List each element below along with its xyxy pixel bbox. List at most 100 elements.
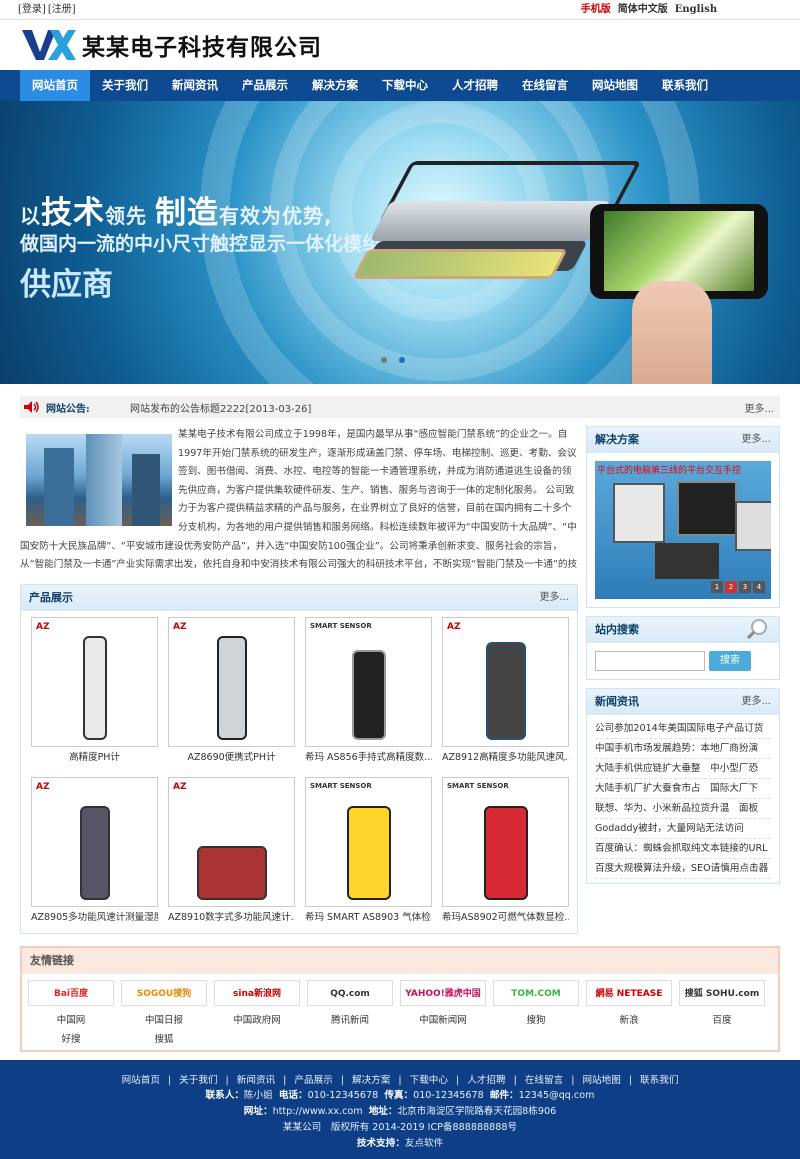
nav-item[interactable]: 网站地图 [580, 70, 650, 101]
friend-link-label[interactable]: 中国政府网 [214, 1012, 300, 1026]
banner-pager[interactable] [381, 357, 405, 363]
product-card[interactable]: AZ AZ8905多功能风速计测量湿度 [31, 777, 158, 929]
lang-en-link[interactable]: English [675, 4, 717, 15]
friend-link-label[interactable]: 中国网 [28, 1012, 114, 1026]
friend-link-logo[interactable]: QQ.com [307, 980, 393, 1006]
news-item[interactable]: 百度大规模算法升级，SEO请慎用点击器 [595, 859, 771, 879]
product-name[interactable]: AZ8910数字式多功能风速计… [168, 907, 295, 929]
product-image[interactable]: AZ [168, 617, 295, 747]
search-input[interactable] [595, 651, 705, 671]
solutions-image[interactable]: 平台式的电脑第三线的平台交互手控 1234 [595, 461, 771, 599]
nav-item[interactable]: 新闻资讯 [160, 70, 230, 101]
friend-link-label[interactable]: 腾讯新闻 [307, 1012, 393, 1026]
friend-link[interactable]: TOM.COM 搜狗 [493, 980, 579, 1026]
solutions-more-link[interactable]: 更多... [741, 427, 771, 453]
product-name[interactable]: AZ8912高精度多功能风速风… [442, 747, 569, 769]
nav-item[interactable]: 解决方案 [300, 70, 370, 101]
friend-link-text[interactable]: 好搜 [28, 1031, 114, 1045]
product-card[interactable]: AZ AZ8910数字式多功能风速计… [168, 777, 295, 929]
footer-nav-item[interactable]: 在线留言 [525, 1075, 563, 1086]
nav-item[interactable]: 产品展示 [230, 70, 300, 101]
notice-message[interactable]: 网站发布的公告标题2222[2013-03-26] [130, 400, 744, 415]
friend-link-label[interactable]: 新浪 [586, 1012, 672, 1026]
mobile-link[interactable]: 手机版 [581, 4, 611, 15]
nav-item[interactable]: 联系我们 [650, 70, 720, 101]
product-name[interactable]: 希玛AS8902可燃气体数显检… [442, 907, 569, 929]
pager-button[interactable]: 4 [753, 581, 765, 593]
pager-button[interactable]: 1 [711, 581, 723, 593]
nav-item[interactable]: 下载中心 [370, 70, 440, 101]
news-item[interactable]: Godaddy被封，大量网站无法访问 [595, 819, 771, 839]
footer-nav-item[interactable]: 新闻资讯 [237, 1075, 275, 1086]
banner-dot[interactable] [381, 357, 387, 363]
product-name[interactable]: 希玛 AS856手持式高精度数… [305, 747, 432, 769]
friend-link-label[interactable]: 中国新闻网 [400, 1012, 486, 1026]
product-image[interactable]: AZ [442, 617, 569, 747]
product-card[interactable]: SMART SENSOR 希玛 SMART AS8903 气体检… [305, 777, 432, 929]
friend-link-label[interactable]: 中国日报 [121, 1012, 207, 1026]
about-image [26, 434, 172, 526]
product-name[interactable]: AZ8905多功能风速计测量湿度 [31, 907, 158, 929]
product-card[interactable]: SMART SENSOR 希玛 AS856手持式高精度数… [305, 617, 432, 769]
friend-link[interactable]: sina新浪网中国政府网 [214, 980, 300, 1026]
pager-button[interactable]: 3 [739, 581, 751, 593]
friend-link[interactable]: YAHOO!雅虎中国中国新闻网 [400, 980, 486, 1026]
footer-nav-item[interactable]: 联系我们 [640, 1075, 678, 1086]
search-button[interactable]: 搜索 [709, 651, 751, 671]
nav-item[interactable]: 关于我们 [90, 70, 160, 101]
footer-nav-item[interactable]: 关于我们 [179, 1075, 217, 1086]
friend-link-logo[interactable]: 搜狐 SOHU.com [679, 980, 765, 1006]
register-link[interactable]: [注册] [48, 4, 76, 15]
product-card[interactable]: SMART SENSOR 希玛AS8902可燃气体数显检… [442, 777, 569, 929]
nav-item[interactable]: 在线留言 [510, 70, 580, 101]
friend-link-text[interactable]: 搜狐 [121, 1031, 207, 1045]
pager-button[interactable]: 2 [725, 581, 737, 593]
news-item[interactable]: 大陆手机供应链扩大垂整 中小型厂恐 [595, 759, 771, 779]
product-name[interactable]: 希玛 SMART AS8903 气体检… [305, 907, 432, 929]
product-image[interactable]: SMART SENSOR [442, 777, 569, 907]
footer-nav-item[interactable]: 网站地图 [582, 1075, 620, 1086]
friend-link[interactable]: 網易 NETEASE 新浪 [586, 980, 672, 1026]
product-image[interactable]: AZ [168, 777, 295, 907]
friend-link-logo[interactable]: YAHOO!雅虎中国 [400, 980, 486, 1006]
friend-link-label[interactable]: 百度 [679, 1012, 765, 1026]
product-name[interactable]: 高精度PH计 [31, 747, 158, 769]
news-item[interactable]: 公司参加2014年美国国际电子产品订货 [595, 719, 771, 739]
product-card[interactable]: AZ AZ8912高精度多功能风速风… [442, 617, 569, 769]
footer-nav-item[interactable]: 产品展示 [294, 1075, 332, 1086]
friend-link[interactable]: SOGOU搜狗中国日报 [121, 980, 207, 1026]
logo[interactable]: 某某电子科技有限公司 [22, 28, 322, 62]
product-card[interactable]: AZ AZ8690便携式PH计 [168, 617, 295, 769]
product-image[interactable]: SMART SENSOR [305, 777, 432, 907]
footer-nav-item[interactable]: 下载中心 [410, 1075, 448, 1086]
footer-nav-item[interactable]: 网站首页 [122, 1075, 160, 1086]
notice-more-link[interactable]: 更多... [744, 400, 780, 415]
friend-link-logo[interactable]: 網易 NETEASE [586, 980, 672, 1006]
product-name[interactable]: AZ8690便携式PH计 [168, 747, 295, 769]
news-item[interactable]: 中国手机市场发展趋势：本地厂商扮演 [595, 739, 771, 759]
friend-link-logo[interactable]: SOGOU搜狗 [121, 980, 207, 1006]
news-item[interactable]: 大陆手机厂扩大蚕食市占 国际大厂下 [595, 779, 771, 799]
nav-item[interactable]: 人才招聘 [440, 70, 510, 101]
footer-nav-item[interactable]: 人才招聘 [467, 1075, 505, 1086]
friend-link-label[interactable]: 搜狗 [493, 1012, 579, 1026]
product-image[interactable]: AZ [31, 777, 158, 907]
friend-link-logo[interactable]: sina新浪网 [214, 980, 300, 1006]
friend-link[interactable]: QQ.com 腾讯新闻 [307, 980, 393, 1026]
friend-link-logo[interactable]: Bai百度 [28, 980, 114, 1006]
friend-link[interactable]: Bai百度中国网 [28, 980, 114, 1026]
footer-nav-item[interactable]: 解决方案 [352, 1075, 390, 1086]
nav-item[interactable]: 网站首页 [20, 70, 90, 101]
friend-link-logo[interactable]: TOM.COM [493, 980, 579, 1006]
lang-cn-link[interactable]: 简体中文版 [618, 4, 668, 15]
friend-link[interactable]: 搜狐 SOHU.com 百度 [679, 980, 765, 1026]
login-link[interactable]: [登录] [18, 4, 46, 15]
product-card[interactable]: AZ 高精度PH计 [31, 617, 158, 769]
news-item[interactable]: 百度确认：蜘蛛会抓取纯文本链接的URL [595, 839, 771, 859]
products-more-link[interactable]: 更多... [539, 585, 569, 611]
product-image[interactable]: SMART SENSOR [305, 617, 432, 747]
news-item[interactable]: 联想、华为、小米新品拉货升温 面板 [595, 799, 771, 819]
news-more-link[interactable]: 更多... [741, 689, 771, 715]
product-image[interactable]: AZ [31, 617, 158, 747]
banner-dot[interactable] [399, 357, 405, 363]
